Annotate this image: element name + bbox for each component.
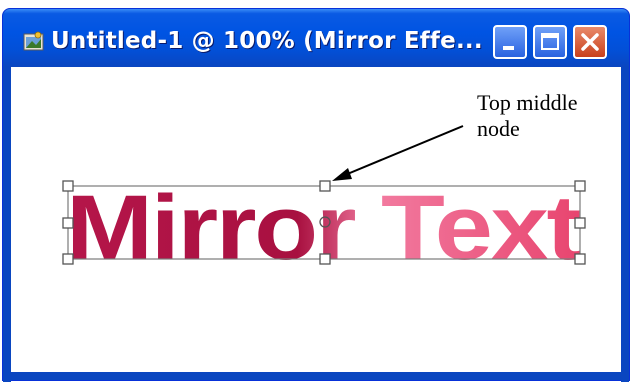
callout-label: Top middle node	[477, 90, 617, 142]
handle-top-middle[interactable]	[319, 180, 331, 192]
callout-label-line2: node	[477, 116, 520, 141]
handle-bottom-middle[interactable]	[319, 253, 331, 265]
handle-middle-left[interactable]	[62, 217, 74, 229]
handle-middle-right[interactable]	[574, 217, 586, 229]
handle-top-left[interactable]	[62, 180, 74, 192]
callout-arrow-head	[332, 168, 352, 181]
callout-label-line1: Top middle	[477, 90, 578, 115]
callout-arrow-line	[344, 125, 464, 176]
handle-bottom-left[interactable]	[62, 253, 74, 265]
artwork-text-right: Text	[381, 177, 581, 279]
mirror-text-artwork: Mirror Text	[62, 125, 586, 279]
handle-bottom-right[interactable]	[574, 253, 586, 265]
artwork-text-left: Mirror	[66, 177, 356, 279]
handle-top-right[interactable]	[574, 180, 586, 192]
